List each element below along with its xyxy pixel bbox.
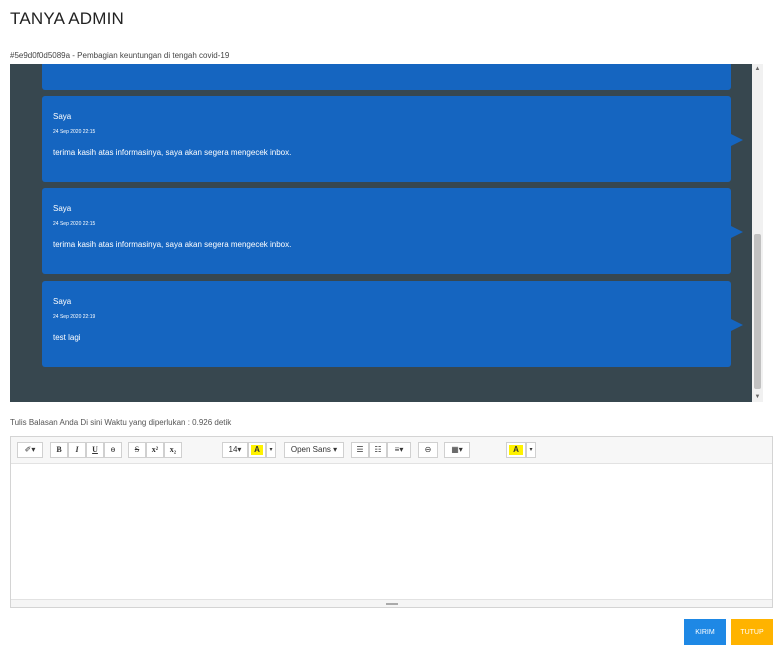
font-family-dropdown[interactable]: Open Sans ▾ <box>284 442 344 458</box>
message-bubble-partial <box>42 64 731 90</box>
underline-button[interactable]: U <box>86 442 104 458</box>
bubble-tail <box>731 226 743 238</box>
message-bubble: Saya 24 Sep 2020 22:15 terima kasih atas… <box>42 188 743 274</box>
bubble-tail <box>731 319 743 331</box>
ordered-list-button[interactable]: ☷ <box>369 442 387 458</box>
bold-button[interactable]: B <box>50 442 68 458</box>
resize-grip-icon[interactable] <box>385 603 398 605</box>
italic-button[interactable]: I <box>68 442 86 458</box>
chat-scrollbar[interactable]: ▲ ▼ <box>752 64 763 402</box>
message-sender: Saya <box>53 204 72 213</box>
page-title: TANYA ADMIN <box>10 9 124 28</box>
message-text: test lagi <box>53 333 81 342</box>
reply-label: Tulis Balasan Anda Di sini Waktu yang di… <box>10 418 232 427</box>
reply-editor: ✐▾ B I U ɵ S x² x₂ 14▾ A ▾ Open Sans ▾ ☰… <box>10 436 773 608</box>
magic-style-button[interactable]: ✐▾ <box>17 442 43 458</box>
paragraph-align-dropdown[interactable]: ≡▾ <box>387 442 411 458</box>
font-color-button[interactable]: A <box>248 442 266 458</box>
chat-scroll-area: Saya 24 Sep 2020 22:15 terima kasih atas… <box>10 64 752 402</box>
message-time: 24 Sep 2020 22:19 <box>53 314 96 320</box>
close-button[interactable]: TUTUP <box>731 619 773 645</box>
superscript-button[interactable]: x² <box>146 442 164 458</box>
strikethrough-button[interactable]: S <box>128 442 146 458</box>
unordered-list-button[interactable]: ☰ <box>351 442 369 458</box>
subscript-button[interactable]: x₂ <box>164 442 182 458</box>
editor-toolbar: ✐▾ B I U ɵ S x² x₂ 14▾ A ▾ Open Sans ▾ ☰… <box>11 437 772 464</box>
message-sender: Saya <box>53 297 72 306</box>
message-time: 24 Sep 2020 22:15 <box>53 129 96 135</box>
font-color-caret[interactable]: ▾ <box>266 442 276 458</box>
scroll-down-icon[interactable]: ▼ <box>752 392 763 402</box>
reply-textarea[interactable] <box>11 464 772 600</box>
message-bubble: Saya 24 Sep 2020 22:15 terima kasih atas… <box>42 96 743 182</box>
message-sender: Saya <box>53 112 72 121</box>
bubble-tail <box>731 134 743 146</box>
highlight-icon: A <box>509 445 523 455</box>
send-button[interactable]: KIRIM <box>684 619 726 645</box>
message-bubble: Saya 24 Sep 2020 22:19 test lagi <box>42 281 743 367</box>
scroll-up-icon[interactable]: ▲ <box>752 64 763 74</box>
message-time: 24 Sep 2020 22:15 <box>53 221 96 227</box>
message-text: terima kasih atas informasinya, saya aka… <box>53 240 292 249</box>
font-color-icon: A <box>251 445 263 455</box>
clear-format-button[interactable]: ɵ <box>104 442 122 458</box>
ticket-subject: #5e9d0f0d5089a - Pembagian keuntungan di… <box>10 51 230 60</box>
table-dropdown[interactable]: ▦▾ <box>444 442 470 458</box>
link-button[interactable]: ⊖ <box>418 442 438 458</box>
message-text: terima kasih atas informasinya, saya aka… <box>53 148 292 157</box>
chat-panel: Saya 24 Sep 2020 22:15 terima kasih atas… <box>10 64 763 402</box>
highlight-button[interactable]: A <box>506 442 526 458</box>
scrollbar-thumb[interactable] <box>754 234 761 389</box>
font-size-dropdown[interactable]: 14▾ <box>222 442 248 458</box>
highlight-caret[interactable]: ▾ <box>526 442 536 458</box>
editor-resize-bar[interactable] <box>11 599 772 607</box>
